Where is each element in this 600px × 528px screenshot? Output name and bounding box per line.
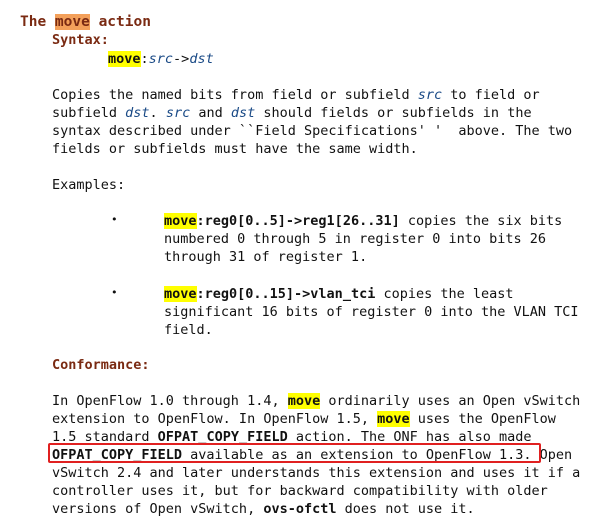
conformance-line-7: versions of Open vSwitch, ovs-ofctl does… xyxy=(52,500,475,518)
conf-text: uses the OpenFlow xyxy=(409,411,556,427)
desc-text: Copies the named bits from field or subf… xyxy=(52,87,418,103)
syntax-command: move xyxy=(108,51,141,67)
example-1-code: :reg0[0..5]->reg1[26..31] xyxy=(196,213,400,229)
syntax-heading: Syntax: xyxy=(52,32,109,48)
example-1-line-2: numbered 0 through 5 in register 0 into … xyxy=(164,231,547,247)
conf-text: In OpenFlow 1.0 through 1.4, xyxy=(52,393,288,409)
example-2-line-1: move:reg0[0..15]->vlan_tci copies the le… xyxy=(164,285,514,303)
conf-code: ovs-ofctl xyxy=(263,501,337,517)
desc-text: should fields or subfields in the xyxy=(255,105,532,121)
example-1-text: copies the six bits xyxy=(399,213,563,229)
example-1-command: move xyxy=(164,213,197,229)
example-1-line-3: through 31 of register 1. xyxy=(164,249,368,265)
desc-dst: dst xyxy=(125,105,150,121)
syntax-line: move:src->dst xyxy=(108,50,214,68)
conf-move-keyword: move xyxy=(377,411,410,427)
syntax-arrow: -> xyxy=(173,51,190,67)
conformance-line-1: In OpenFlow 1.0 through 1.4, move ordina… xyxy=(52,392,580,410)
desc-text: and xyxy=(190,105,231,121)
example-2-line-3: field. xyxy=(164,322,213,338)
title-suffix: action xyxy=(89,14,151,30)
example-1-line-1: move:reg0[0..5]->reg1[26..31] copies the… xyxy=(164,212,562,230)
example-2-line-2: significant 16 bits of register 0 into t… xyxy=(164,304,579,320)
syntax-colon: : xyxy=(140,51,149,67)
title-prefix: The xyxy=(20,14,55,30)
desc-text: subfield xyxy=(52,105,126,121)
desc-src: src xyxy=(417,87,443,103)
page-title: The move action xyxy=(20,13,151,31)
description-line-2: subfield dst. src and dst should fields … xyxy=(52,104,532,122)
example-2-code: :reg0[0..15]->vlan_tci xyxy=(196,286,376,302)
bullet-icon: • xyxy=(111,213,118,226)
conf-text: versions of Open vSwitch, xyxy=(52,501,264,517)
example-2-text: copies the least xyxy=(375,286,514,302)
conf-move-keyword: move xyxy=(287,393,321,409)
conformance-line-6: controller uses it, but for backward com… xyxy=(52,483,548,499)
description-line-4: fields or subfields must have the same w… xyxy=(52,141,418,157)
conf-text: ordinarily uses an Open vSwitch xyxy=(320,393,581,409)
description-line-3: syntax described under ``Field Specifica… xyxy=(52,123,573,139)
desc-text: to field or xyxy=(442,87,540,103)
conformance-heading: Conformance: xyxy=(52,357,150,373)
syntax-src: src xyxy=(148,51,174,67)
conf-text: does not use it. xyxy=(336,501,475,517)
title-keyword: move xyxy=(54,14,90,30)
bullet-icon: • xyxy=(111,286,118,299)
desc-text: . xyxy=(149,105,166,121)
examples-heading: Examples: xyxy=(52,177,126,193)
conf-text: extension to OpenFlow. In OpenFlow 1.5, xyxy=(52,411,378,427)
example-2-command: move xyxy=(164,286,197,302)
highlight-box xyxy=(48,443,541,463)
syntax-dst: dst xyxy=(189,51,214,67)
desc-dst: dst xyxy=(230,105,256,121)
description-line-1: Copies the named bits from field or subf… xyxy=(52,86,540,104)
conformance-line-2: extension to OpenFlow. In OpenFlow 1.5, … xyxy=(52,410,556,428)
desc-src: src xyxy=(165,105,191,121)
conformance-line-5: vSwitch 2.4 and later understands this e… xyxy=(52,465,581,481)
